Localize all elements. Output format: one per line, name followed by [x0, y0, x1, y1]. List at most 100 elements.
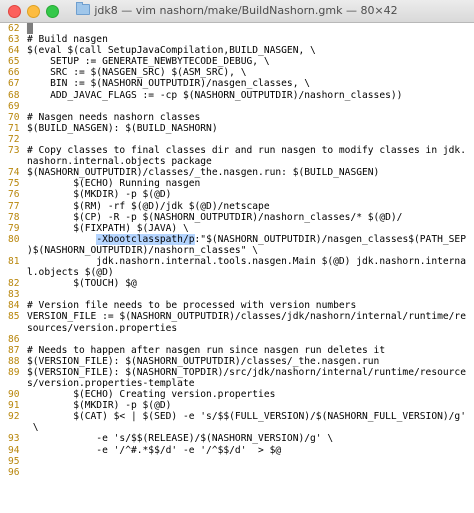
- code-line[interactable]: 76 $(MKDIR) -p $(@D): [8, 189, 474, 200]
- line-number: 66: [8, 67, 20, 79]
- folder-icon: [76, 2, 91, 15]
- code-line[interactable]: 96: [8, 467, 474, 478]
- line-number: 76: [8, 189, 20, 201]
- code-text: $(FIXPATH) $(JAVA) \: [27, 222, 189, 234]
- code-line[interactable]: 82 $(TOUCH) $@: [8, 278, 474, 289]
- window-title: jdk8 — vim nashorn/make/BuildNashorn.gmk…: [0, 2, 474, 17]
- code-text: $(eval $(call SetupJavaCompilation,BUILD…: [27, 45, 316, 57]
- code-line[interactable]: 64 $(eval $(call SetupJavaCompilation,BUI…: [8, 45, 474, 56]
- code-text: $(CP) -R -p $(NASHORN_OUTPUTDIR)/nashorn…: [27, 211, 403, 223]
- line-number: 80: [8, 233, 20, 245]
- line-number: 79: [8, 222, 20, 234]
- code-line[interactable]: 81 jdk.nashorn.internal.tools.nasgen.Mai…: [8, 256, 474, 267]
- code-text: $(ECHO) Running nasgen: [27, 178, 201, 190]
- code-text: $(RM) -rf $(@D)/jdk $(@D)/netscape: [27, 200, 270, 212]
- code-text: $(VERSION_FILE): $(NASHORN_OUTPUTDIR)/cl…: [27, 355, 380, 367]
- code-line[interactable]: 68 ADD_JAVAC_FLAGS := -cp $(NASHORN_OUTP…: [8, 90, 474, 101]
- code-text: # Needs to happen after nasgen run since…: [27, 344, 386, 356]
- code-line[interactable]: 83: [8, 289, 474, 300]
- code-line[interactable]: s/version.properties-template: [8, 378, 474, 389]
- code-line[interactable]: 63 # Build nasgen: [8, 34, 474, 45]
- code-line[interactable]: 85 VERSION_FILE := $(NASHORN_OUTPUTDIR)/c…: [8, 311, 474, 322]
- code-text: :"$(NASHORN_OUTPUTDIR)/nasgen_classes$(P…: [194, 233, 466, 245]
- line-number: 67: [8, 78, 20, 90]
- vim-editor[interactable]: 62 █ 63 # Build nasgen 64 $(eval $(call Setup…: [0, 23, 474, 513]
- search-highlight: -Xbootclasspath/p: [96, 233, 195, 245]
- line-number: 87: [8, 344, 20, 356]
- code-line[interactable]: 65 SETUP := GENERATE_NEWBYTECODE_DEBUG, …: [8, 56, 474, 67]
- line-number: 91: [8, 400, 20, 412]
- line-number: 70: [8, 111, 20, 123]
- line-number: 71: [8, 122, 20, 134]
- code-line[interactable]: l.objects $(@D): [8, 267, 474, 278]
- code-line[interactable]: 95: [8, 456, 474, 467]
- code-text: \: [27, 422, 39, 434]
- code-line[interactable]: 89 $(VERSION_FILE): $(NASHORN_TOPDIR)/src…: [8, 367, 474, 378]
- code-line[interactable]: 80 -Xbootclasspath/p:"$(NASHORN_OUTPUTDI…: [8, 233, 474, 245]
- code-line[interactable]: 93 -e 's/$$(RELEASE)/$(NASHORN_VERSION)/…: [8, 433, 474, 444]
- code-text: $(MKDIR) -p $(@D): [27, 400, 172, 412]
- line-number: 92: [8, 411, 20, 423]
- code-text: -e '/^#.*$$/d' -e '/^$$/d' > $@: [27, 444, 282, 456]
- line-number: 77: [8, 200, 20, 212]
- title-bar[interactable]: jdk8 — vim nashorn/make/BuildNashorn.gmk…: [0, 0, 474, 23]
- code-line[interactable]: 90 $(ECHO) Creating version.properties: [8, 389, 474, 400]
- code-line[interactable]: \: [8, 422, 474, 433]
- code-line[interactable]: 86: [8, 334, 474, 345]
- code-text: $(MKDIR) -p $(@D): [27, 189, 172, 201]
- terminal-window: jdk8 — vim nashorn/make/BuildNashorn.gmk…: [0, 0, 474, 513]
- code-line[interactable]: 79 $(FIXPATH) $(JAVA) \: [8, 223, 474, 234]
- code-line[interactable]: sources/version.properties: [8, 323, 474, 334]
- code-text: sources/version.properties: [27, 322, 178, 334]
- code-line[interactable]: 71 $(BUILD_NASGEN): $(BUILD_NASHORN): [8, 123, 474, 134]
- code-text: )$(NASHORN_OUTPUTDIR)/nashorn_classes" \: [27, 244, 259, 256]
- line-number: 78: [8, 211, 20, 223]
- code-text: $(NASHORN_OUTPUTDIR)/classes/_the.nasgen…: [27, 167, 380, 179]
- code-line[interactable]: 69: [8, 101, 474, 112]
- code-text: jdk.nashorn.internal.tools.nasgen.Main $…: [27, 255, 466, 267]
- code-line[interactable]: 78 $(CP) -R -p $(NASHORN_OUTPUTDIR)/nash…: [8, 212, 474, 223]
- code-line[interactable]: 72: [8, 134, 474, 145]
- window-title-text: jdk8 — vim nashorn/make/BuildNashorn.gmk…: [94, 4, 398, 17]
- line-number: 95: [8, 455, 20, 467]
- code-line[interactable]: 62 █: [8, 23, 474, 34]
- line-number: 86: [8, 333, 20, 345]
- code-line[interactable]: 84 # Version file needs to be processed w…: [8, 300, 474, 311]
- line-number: 83: [8, 289, 20, 301]
- line-number: 75: [8, 178, 20, 190]
- code-line[interactable]: 75 $(ECHO) Running nasgen: [8, 178, 474, 189]
- code-text: VERSION_FILE := $(NASHORN_OUTPUTDIR)/cla…: [27, 311, 466, 323]
- code-line[interactable]: 66 SRC := $(NASGEN_SRC) $(ASM_SRC), \: [8, 67, 474, 78]
- line-number: 93: [8, 433, 20, 445]
- line-number: 69: [8, 100, 20, 112]
- code-text: -e 's/$$(RELEASE)/$(NASHORN_VERSION)/g' …: [27, 433, 334, 445]
- code-line[interactable]: 91 $(MKDIR) -p $(@D): [8, 400, 474, 411]
- code-line[interactable]: 73 # Copy classes to final classes dir an…: [8, 145, 474, 156]
- code-line[interactable]: 87 # Needs to happen after nasgen run sin…: [8, 345, 474, 356]
- line-number: 84: [8, 300, 20, 312]
- code-text: $(ECHO) Creating version.properties: [27, 389, 276, 401]
- code-text: $(VERSION_FILE): $(NASHORN_TOPDIR)/src/j…: [27, 366, 466, 378]
- line-number: 64: [8, 45, 20, 57]
- line-number: 90: [8, 389, 20, 401]
- code-text: $(BUILD_NASGEN): $(BUILD_NASHORN): [27, 122, 218, 134]
- code-line[interactable]: 88 $(VERSION_FILE): $(NASHORN_OUTPUTDIR)/…: [8, 356, 474, 367]
- code-line[interactable]: 74 $(NASHORN_OUTPUTDIR)/classes/_the.nasg…: [8, 167, 474, 178]
- code-line[interactable]: nashorn.internal.objects package: [8, 156, 474, 167]
- code-text: # Build nasgen: [27, 34, 108, 46]
- code-line[interactable]: )$(NASHORN_OUTPUTDIR)/nashorn_classes" \: [8, 245, 474, 256]
- code-text: BIN := $(NASHORN_OUTPUTDIR)/nasgen_class…: [27, 78, 311, 90]
- code-text: $(TOUCH) $@: [27, 278, 137, 290]
- line-number: 96: [8, 466, 20, 478]
- code-line[interactable]: 77 $(RM) -rf $(@D)/jdk $(@D)/netscape: [8, 201, 474, 212]
- line-number: 89: [8, 366, 20, 378]
- code-line[interactable]: 92 $(CAT) $< | $(SED) -e 's/$$(FULL_VERS…: [8, 411, 474, 422]
- line-number: 88: [8, 355, 20, 367]
- line-number: 62: [8, 23, 20, 34]
- code-line[interactable]: 67 BIN := $(NASHORN_OUTPUTDIR)/nasgen_cl…: [8, 78, 474, 89]
- code-text: SRC := $(NASGEN_SRC) $(ASM_SRC), \: [27, 67, 247, 79]
- line-number: 63: [8, 34, 20, 46]
- code-line[interactable]: 94 -e '/^#.*$$/d' -e '/^$$/d' > $@: [8, 445, 474, 456]
- code-line[interactable]: 70 # Nasgen needs nashorn classes: [8, 112, 474, 123]
